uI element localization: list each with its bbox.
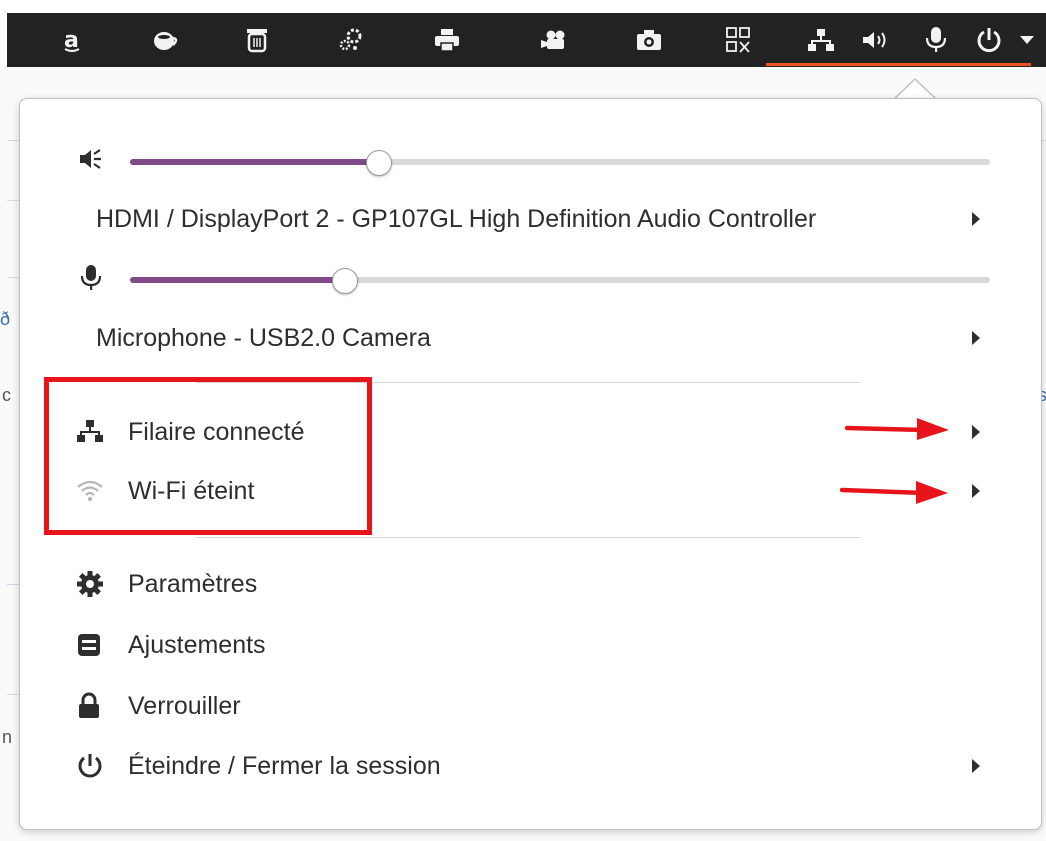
annotation-arrow-icon (845, 418, 949, 440)
video-camera-icon[interactable] (534, 13, 574, 67)
microphone-slider-fill (130, 277, 345, 283)
coffee-cup-icon[interactable] (146, 13, 186, 67)
input-device-item[interactable]: Microphone - USB2.0 Camera (96, 312, 980, 364)
volume-slider[interactable] (60, 140, 990, 180)
settings-item[interactable]: Paramètres (76, 558, 980, 610)
output-device-item[interactable]: HDMI / DisplayPort 2 - GP107GL High Defi… (96, 193, 980, 245)
camera-icon[interactable] (629, 13, 669, 67)
printer-icon[interactable] (427, 13, 467, 67)
tweaks-label: Ajustements (128, 630, 266, 659)
speaker-icon (78, 146, 104, 177)
input-device-label: Microphone - USB2.0 Camera (96, 323, 431, 352)
speaker-icon[interactable] (856, 13, 896, 67)
dropdown-arrow-icon[interactable] (1012, 13, 1042, 67)
annotation-arrow-icon (840, 481, 948, 504)
output-device-label: HDMI / DisplayPort 2 - GP107GL High Defi… (96, 204, 817, 233)
power-icon (76, 752, 112, 780)
chevron-right-icon (972, 759, 980, 773)
menu-separator (196, 537, 860, 538)
annotation-highlight-box (44, 377, 372, 535)
chevron-right-icon (972, 331, 980, 345)
tweaks-item[interactable]: Ajustements (76, 619, 980, 671)
background-text-fragment: ð (0, 309, 11, 329)
lock-icon (76, 692, 112, 720)
gear-cluster-icon[interactable] (331, 13, 371, 67)
settings-label: Paramètres (128, 569, 258, 598)
background-text-fragment: n (2, 727, 13, 747)
tweaks-icon (76, 632, 112, 658)
popup-pointer-fill (894, 80, 936, 100)
microphone-icon (78, 264, 104, 297)
amazon-icon[interactable]: a (52, 13, 92, 67)
power-off-label: Éteindre / Fermer la session (128, 751, 441, 780)
lock-label: Verrouiller (128, 691, 241, 720)
chevron-right-icon (972, 212, 980, 226)
chevron-right-icon (972, 484, 980, 498)
microphone-slider-knob[interactable] (332, 268, 358, 294)
volume-slider-fill (130, 159, 379, 165)
volume-slider-track[interactable] (130, 150, 990, 176)
qr-code-icon[interactable] (718, 13, 758, 67)
trash-icon[interactable] (237, 13, 277, 67)
gear-icon (76, 570, 112, 598)
power-icon[interactable] (969, 13, 1009, 67)
lock-item[interactable]: Verrouiller (76, 680, 980, 732)
microphone-slider[interactable] (60, 258, 990, 298)
active-indicator (766, 63, 1031, 66)
volume-slider-knob[interactable] (366, 150, 392, 176)
background-text-fragment: c (2, 385, 11, 405)
wired-network-icon[interactable] (801, 13, 841, 67)
top-panel: a (7, 13, 1046, 67)
microphone-icon[interactable] (916, 13, 956, 67)
power-off-item[interactable]: Éteindre / Fermer la session (76, 740, 980, 792)
chevron-right-icon (972, 425, 980, 439)
microphone-slider-track[interactable] (130, 268, 990, 294)
